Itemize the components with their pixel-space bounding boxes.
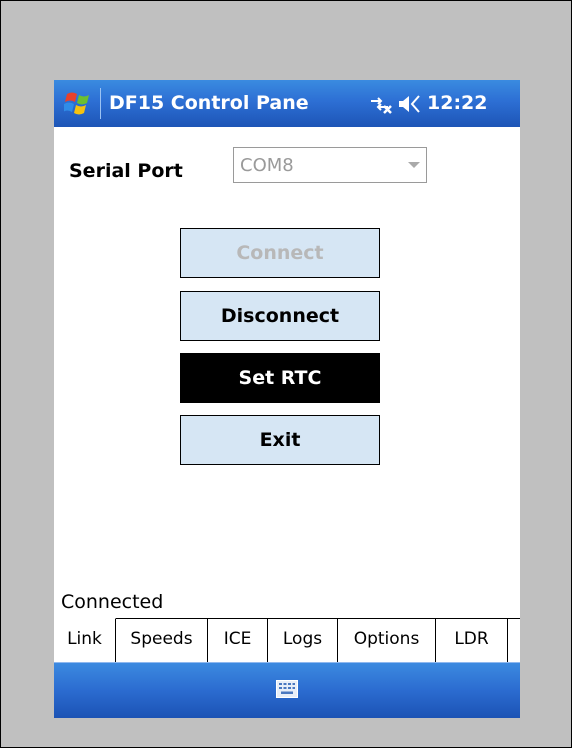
windows-start-flag-icon[interactable] bbox=[64, 89, 92, 117]
keyboard-icon[interactable] bbox=[276, 680, 298, 698]
disconnect-button[interactable]: Disconnect bbox=[180, 291, 380, 341]
tab-ldr[interactable]: LDR bbox=[436, 619, 508, 662]
title-separator bbox=[100, 88, 101, 119]
set-rtc-button[interactable]: Set RTC bbox=[180, 353, 380, 403]
volume-icon[interactable] bbox=[397, 92, 425, 116]
title-bar: DF15 Control Pane 12:22 bbox=[54, 80, 520, 127]
outer-frame: DF15 Control Pane 12:22 Serial Port COM8… bbox=[0, 0, 572, 748]
chevron-down-icon[interactable] bbox=[408, 162, 420, 168]
tab-bar: Link Speeds ICE Logs Options LDR bbox=[54, 618, 520, 663]
tab-ice[interactable]: ICE bbox=[208, 619, 268, 662]
window-title: DF15 Control Pane bbox=[109, 92, 309, 114]
serial-port-dropdown[interactable]: COM8 bbox=[233, 147, 427, 183]
device-screen: DF15 Control Pane 12:22 Serial Port COM8… bbox=[54, 80, 520, 718]
connection-status: Connected bbox=[61, 591, 164, 613]
connectivity-icon[interactable] bbox=[366, 90, 394, 118]
exit-button[interactable]: Exit bbox=[180, 415, 380, 465]
tab-options[interactable]: Options bbox=[338, 619, 436, 662]
clock[interactable]: 12:22 bbox=[427, 92, 487, 114]
serial-port-value: COM8 bbox=[240, 155, 294, 176]
command-bar bbox=[54, 662, 520, 718]
tab-speeds[interactable]: Speeds bbox=[116, 619, 208, 662]
tab-logs[interactable]: Logs bbox=[268, 619, 338, 662]
connect-button[interactable]: Connect bbox=[180, 228, 380, 278]
tab-link[interactable]: Link bbox=[54, 618, 116, 662]
serial-port-label: Serial Port bbox=[69, 160, 183, 182]
